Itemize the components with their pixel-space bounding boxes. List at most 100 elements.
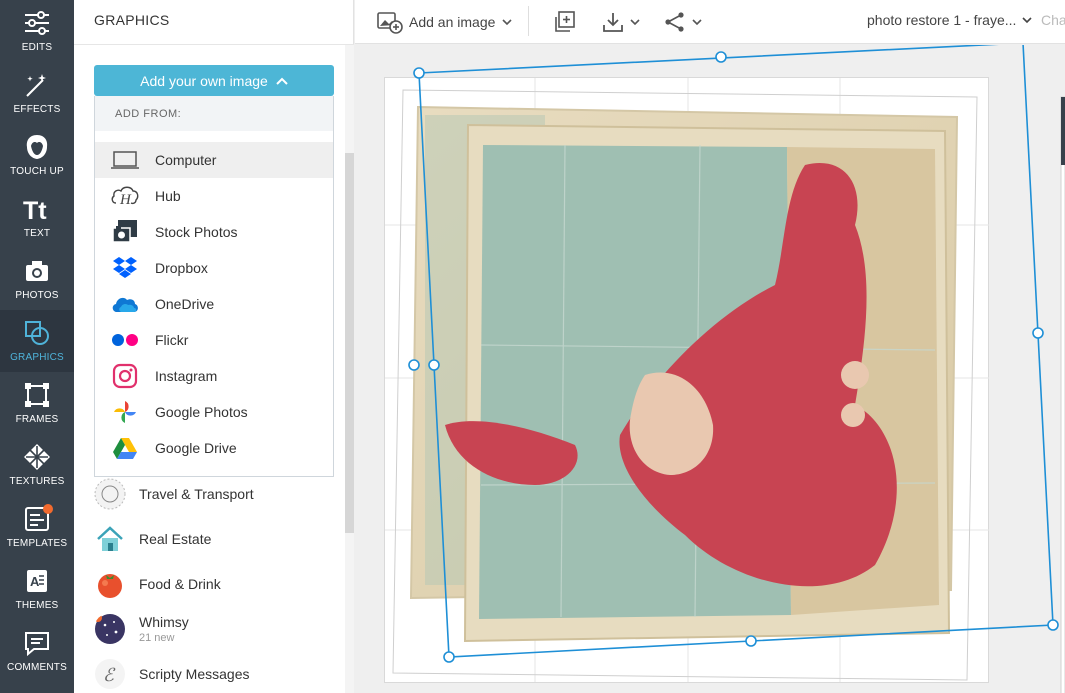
resize-handle-right[interactable] [1032,327,1044,339]
google-photos-icon [114,401,136,423]
travel-thumbnail [94,478,126,510]
source-onedrive[interactable]: OneDrive [95,286,333,322]
rail-item-photos[interactable]: PHOTOS [0,248,74,310]
category-name: Real Estate [139,531,212,547]
source-label: Flickr [155,332,189,348]
svg-text:H: H [119,192,132,208]
shapes-icon [25,321,49,345]
svg-text:Tt: Tt [23,197,47,224]
category-name: Travel & Transport [139,486,254,502]
duplicate-button[interactable] [553,8,575,36]
duplicate-icon [555,11,575,32]
category-travel-transport[interactable]: Travel & Transport [94,472,334,516]
rail-item-textures[interactable]: TEXTURES [0,434,74,496]
source-label: Dropbox [155,260,208,276]
category-scripty-messages[interactable]: ℰ Scripty Messages [94,652,334,693]
frame-icon [25,383,49,407]
add-from-label: ADD FROM: [95,96,333,131]
side-panel-tab[interactable] [1061,97,1065,165]
rail-label: FRAMES [15,414,59,425]
side-panel-edge [1060,96,1065,693]
add-from-dropdown: ADD FROM: Computer H Hub Stock Photos Dr… [94,96,334,477]
stock-camera-icon [112,220,137,243]
document-title[interactable]: photo restore 1 - fraye... [867,12,1032,28]
resize-handle-bottom[interactable] [745,635,757,647]
source-stock-photos[interactable]: Stock Photos [95,214,333,250]
graphics-panel: GRAPHICS Add your own image ADD FROM: Co… [74,0,354,693]
category-whimsy[interactable]: Whimsy 21 new [94,607,334,651]
top-toolbar: Add an image photo restore 1 - fraye... … [355,0,1065,44]
tomato-thumbnail [98,574,122,598]
source-label: Google Photos [155,404,248,420]
rail-item-touch-up[interactable]: TOUCH UP [0,124,74,186]
source-label: Hub [155,188,181,204]
source-google-drive[interactable]: Google Drive [95,430,333,466]
hub-icon: H [111,186,139,208]
download-button[interactable] [602,8,640,36]
add-own-image-label: Add your own image [140,72,268,89]
magic-wand-icon [26,74,46,97]
share-icon [665,12,684,32]
source-hub[interactable]: H Hub [95,178,333,214]
chevron-down-icon [630,18,640,25]
category-name: Scripty Messages [139,666,250,682]
rail-item-comments[interactable]: COMMENTS [0,620,74,682]
category-name: Whimsy [139,614,189,630]
notification-badge [43,504,53,514]
texture-icon [24,444,50,470]
rail-label: EFFECTS [13,104,61,115]
onedrive-icon [112,297,138,312]
source-label: Stock Photos [155,224,238,240]
document-title-text: photo restore 1 - fraye... [867,12,1017,28]
photo-layer[interactable] [355,45,1065,693]
source-google-photos[interactable]: Google Photos [95,394,333,430]
category-food-drink[interactable]: Food & Drink [94,562,334,606]
rail-item-graphics[interactable]: GRAPHICS [0,310,74,372]
rotate-handle[interactable] [428,359,440,371]
source-computer[interactable]: Computer [95,142,333,178]
rail-item-templates[interactable]: TEMPLATES [0,496,74,558]
rail-label: COMMENTS [7,662,67,673]
download-icon [603,13,623,32]
add-image-menu[interactable]: Add an image [377,8,512,36]
sliders-icon [25,11,49,35]
resize-handle-bottom-left[interactable] [443,651,455,663]
add-image-icon [377,12,403,34]
source-list: Computer H Hub Stock Photos Dropbox OneD… [95,142,333,466]
rail-item-edits[interactable]: EDITS [0,0,74,62]
resize-handle-top-left[interactable] [413,67,425,79]
toolbar-divider [528,6,529,36]
svg-text:A: A [30,574,40,589]
rail-item-themes[interactable]: A THEMES [0,558,74,620]
resize-handle-left[interactable] [408,359,420,371]
source-instagram[interactable]: Instagram [95,358,333,394]
house-thumbnail [97,526,123,551]
scrollbar-thumb[interactable] [345,153,354,533]
photo-camera-icon [26,261,48,281]
rail-item-effects[interactable]: EFFECTS [0,62,74,124]
resize-handle-top[interactable] [715,51,727,63]
category-real-estate[interactable]: Real Estate [94,517,334,561]
instagram-icon [112,363,138,389]
panel-title: GRAPHICS [94,12,170,28]
add-own-image-button[interactable]: Add your own image [94,65,334,96]
source-dropbox[interactable]: Dropbox [95,250,333,286]
category-name: Food & Drink [139,576,221,592]
dropbox-icon [113,257,137,278]
app: EDITS EFFECTS TOUCH UP Tt TEXT PHOTOS GR… [0,0,1065,693]
share-button[interactable] [664,8,702,36]
divider [74,44,354,45]
category-new-count: 21 new [139,632,175,644]
source-flickr[interactable]: Flickr [95,322,333,358]
whimsy-thumbnail [94,614,125,644]
rail-label: TEXTURES [9,476,65,487]
rail-item-frames[interactable]: FRAMES [0,372,74,434]
truncated-toolbar-text[interactable]: Cha [1041,12,1065,28]
rail-label: THEMES [15,600,59,611]
chevron-up-icon [276,77,288,85]
resize-handle-bottom-right[interactable] [1047,619,1059,631]
text-icon: Tt [23,197,47,224]
rail-item-text[interactable]: Tt TEXT [0,186,74,248]
chevron-down-icon [1022,16,1032,23]
chevron-down-icon [692,18,702,25]
